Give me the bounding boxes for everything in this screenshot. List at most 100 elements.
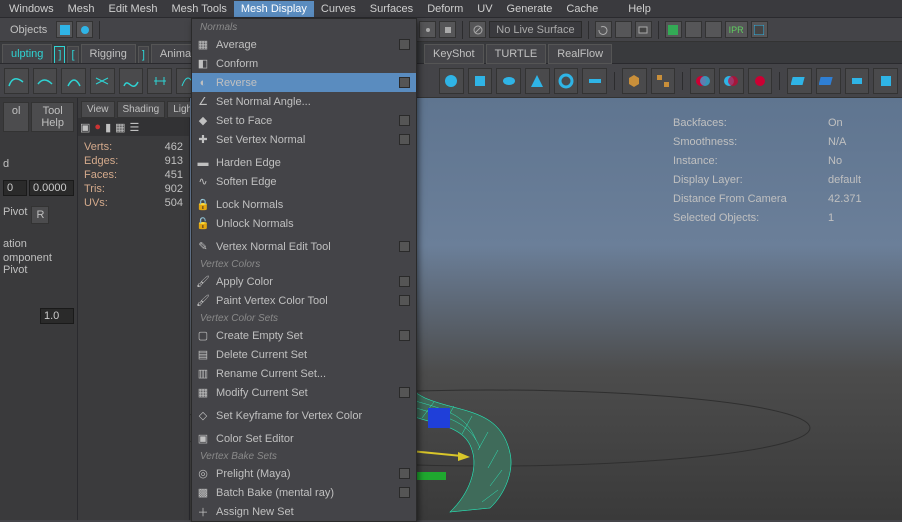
menu-help[interactable]: Help <box>621 1 658 17</box>
shelf-cube-icon[interactable] <box>622 68 647 94</box>
shelf-bool-icon[interactable] <box>719 68 744 94</box>
panel-icon[interactable]: ● <box>94 121 101 133</box>
option-box[interactable] <box>399 77 410 88</box>
live-surface-combo[interactable]: No Live Surface <box>489 21 581 38</box>
shelf-prim-icon[interactable] <box>496 68 521 94</box>
toolhelp-button[interactable]: Tool Help <box>31 102 74 132</box>
shelf-prim-icon[interactable] <box>554 68 579 94</box>
panel-icon[interactable]: ▦ <box>115 121 125 134</box>
menu-assign-new-set[interactable]: ＋Assign New Set <box>192 502 416 521</box>
shelf-poly-icon[interactable] <box>845 68 870 94</box>
option-box[interactable] <box>399 468 410 479</box>
shelf-prim-icon[interactable] <box>468 68 493 94</box>
shelf-curve-icon[interactable] <box>61 68 86 94</box>
menu-prelight-maya[interactable]: ◎Prelight (Maya) <box>192 464 416 483</box>
shelf-curve-icon[interactable] <box>119 68 144 94</box>
shelf-bool-icon[interactable] <box>690 68 715 94</box>
menu-color-set-editor[interactable]: ▣Color Set Editor <box>192 429 416 448</box>
render-icon[interactable] <box>705 21 722 38</box>
menu-soften-edge[interactable]: ∿Soften Edge <box>192 172 416 191</box>
tool-icon[interactable] <box>56 21 73 38</box>
menu-uv[interactable]: UV <box>470 1 499 17</box>
menu-harden-edge[interactable]: ▬Harden Edge <box>192 153 416 172</box>
menu-rename-current-set[interactable]: ▥Rename Current Set... <box>192 364 416 383</box>
shelf-poly-icon[interactable] <box>787 68 812 94</box>
menu-delete-current-set[interactable]: ▤Delete Current Set <box>192 345 416 364</box>
menu-set-to-face[interactable]: ◆Set to Face <box>192 111 416 130</box>
shelf-curve-icon[interactable] <box>4 68 29 94</box>
option-box[interactable] <box>399 295 410 306</box>
shelf-prim-icon[interactable] <box>582 68 607 94</box>
film-icon[interactable] <box>635 21 652 38</box>
menu-cache[interactable]: Cache <box>559 1 605 17</box>
ipr-icon[interactable]: IPR <box>725 21 748 38</box>
tab-realflow[interactable]: RealFlow <box>548 44 612 64</box>
menu-windows[interactable]: Windows <box>2 1 61 17</box>
shelf-poly-icon[interactable] <box>816 68 841 94</box>
num-input[interactable] <box>29 180 74 196</box>
shelf-cubes-icon[interactable] <box>651 68 676 94</box>
pivot-r-button[interactable]: R <box>31 206 49 224</box>
menu-deform[interactable]: Deform <box>420 1 470 17</box>
menu-curves[interactable]: Curves <box>314 1 363 17</box>
snap-icon[interactable] <box>439 21 456 38</box>
no-live-icon[interactable] <box>469 21 486 38</box>
menu-modify-current-set[interactable]: ▦Modify Current Set <box>192 383 416 402</box>
menu-set-keyframe-vcolor[interactable]: ◇Set Keyframe for Vertex Color <box>192 406 416 425</box>
menu-set-vertex-normal[interactable]: ✚Set Vertex Normal <box>192 130 416 149</box>
history-icon[interactable] <box>595 21 612 38</box>
shelf-curve-icon[interactable] <box>147 68 172 94</box>
shelf-curve-icon[interactable] <box>90 68 115 94</box>
menu-average[interactable]: ▦Average <box>192 35 416 54</box>
key-icon: ◇ <box>194 408 212 424</box>
panel-icon[interactable]: ▣ <box>80 121 90 134</box>
menu-mesh-display[interactable]: Mesh Display <box>234 1 314 17</box>
tab-sculpting[interactable]: ulpting <box>2 44 52 63</box>
menu-vertex-normal-tool[interactable]: ✎Vertex Normal Edit Tool <box>192 237 416 256</box>
tool-button[interactable]: ol <box>3 102 29 132</box>
render-icon[interactable] <box>665 21 682 38</box>
render-icon[interactable] <box>685 21 702 38</box>
menu-create-empty-set[interactable]: ▢Create Empty Set <box>192 326 416 345</box>
menu-conform[interactable]: ◧Conform <box>192 54 416 73</box>
option-box[interactable] <box>399 134 410 145</box>
option-box[interactable] <box>399 387 410 398</box>
option-box[interactable] <box>399 487 410 498</box>
render-settings-icon[interactable] <box>751 21 768 38</box>
num-input[interactable] <box>3 180 27 196</box>
tab-keyshot[interactable]: KeyShot <box>424 44 484 64</box>
num-input[interactable] <box>40 308 74 324</box>
option-box[interactable] <box>399 115 410 126</box>
menu-edit-mesh[interactable]: Edit Mesh <box>102 1 165 17</box>
panel-menu-shading[interactable]: Shading <box>117 101 166 118</box>
snap-icon[interactable] <box>419 21 436 38</box>
menu-unlock-normals[interactable]: 🔓Unlock Normals <box>192 214 416 233</box>
option-box[interactable] <box>399 241 410 252</box>
tool-icon[interactable] <box>76 21 93 38</box>
option-box[interactable] <box>399 276 410 287</box>
menu-paint-vertex-color[interactable]: 🖌Paint Vertex Color Tool <box>192 291 416 310</box>
shelf-poly-icon[interactable] <box>873 68 898 94</box>
menu-batch-bake[interactable]: ▩Batch Bake (mental ray) <box>192 483 416 502</box>
menu-surfaces[interactable]: Surfaces <box>363 1 420 17</box>
panel-menu-view[interactable]: View <box>81 101 115 118</box>
shelf-bool-icon[interactable] <box>748 68 773 94</box>
tab-turtle[interactable]: TURTLE <box>486 44 547 64</box>
shelf-prim-icon[interactable] <box>525 68 550 94</box>
menu-lock-normals[interactable]: 🔒Lock Normals <box>192 195 416 214</box>
menu-mesh-tools[interactable]: Mesh Tools <box>164 1 233 17</box>
menu-mesh[interactable]: Mesh <box>61 1 102 17</box>
menu-reverse[interactable]: ◐Reverse <box>192 73 416 92</box>
option-box[interactable] <box>399 330 410 341</box>
tab-rigging[interactable]: Rigging <box>81 44 136 63</box>
shelf-curve-icon[interactable] <box>33 68 58 94</box>
menubar: Windows Mesh Edit Mesh Mesh Tools Mesh D… <box>0 0 902 18</box>
shelf-prim-icon[interactable] <box>439 68 464 94</box>
panel-icon[interactable]: ▮ <box>105 121 111 134</box>
menu-generate[interactable]: Generate <box>500 1 560 17</box>
menu-set-normal-angle[interactable]: ∠Set Normal Angle... <box>192 92 416 111</box>
history-icon[interactable] <box>615 21 632 38</box>
menu-apply-color[interactable]: 🖌Apply Color <box>192 272 416 291</box>
option-box[interactable] <box>399 39 410 50</box>
panel-icon[interactable]: ☰ <box>130 121 140 134</box>
